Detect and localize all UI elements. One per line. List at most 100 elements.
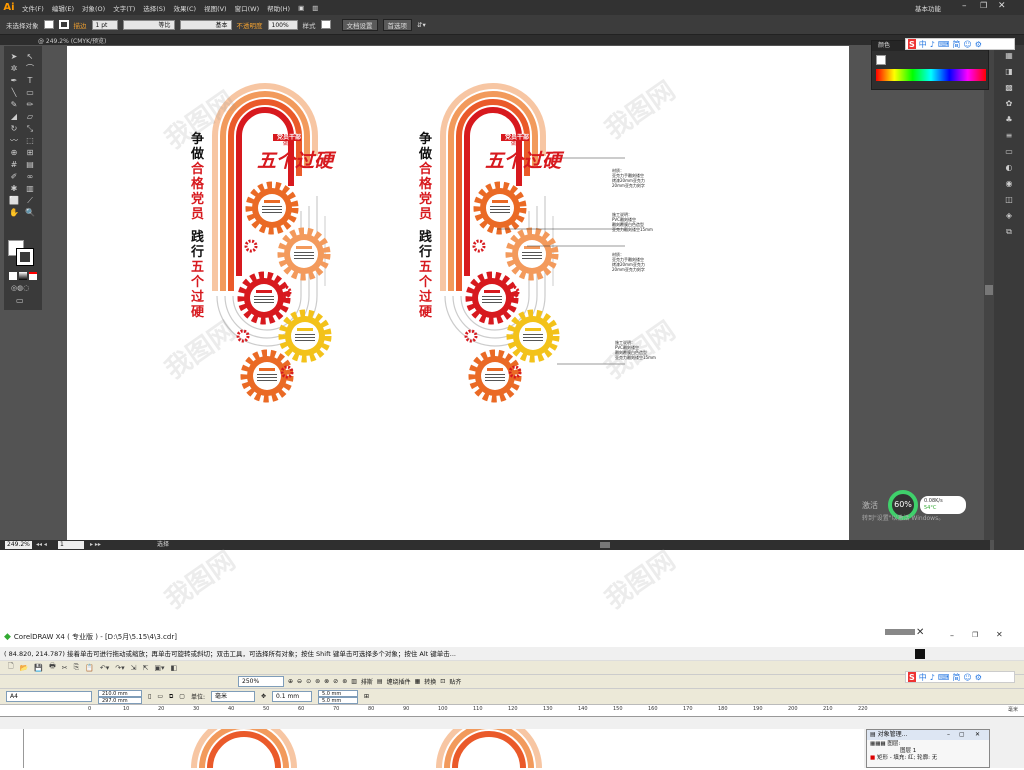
fill-swatch[interactable]: [43, 20, 54, 29]
menu-help[interactable]: 帮助(H): [263, 3, 294, 13]
cut-icon[interactable]: ✂: [62, 664, 68, 672]
zoom-level-combo[interactable]: 250%: [238, 676, 284, 687]
artboard[interactable]: 党员干部 做到 五个过硬 争 做 合 格 党 员 践 行 五 个 过 硬 党员干…: [67, 46, 849, 540]
drawing-mode-icons[interactable]: ◎◍◌: [11, 284, 29, 292]
ime-item[interactable]: ♪: [930, 672, 935, 682]
ime-item[interactable]: ♪: [930, 39, 935, 49]
perspective-grid-tool-icon[interactable]: ⊞: [24, 148, 36, 158]
paintbrush-tool-icon[interactable]: ✎: [8, 100, 20, 110]
tb-arrange-label[interactable]: 排斯: [361, 677, 373, 686]
artboard-nav-prev-icon[interactable]: ◂◂ ◂: [36, 540, 47, 550]
zoom-selected-icon[interactable]: ⊙: [306, 678, 311, 685]
convert-icon[interactable]: ▦: [415, 678, 421, 685]
menu-select[interactable]: 选择(S): [139, 3, 169, 13]
menu-edit[interactable]: 编辑(E): [48, 3, 78, 13]
tb-convert-label[interactable]: 转换: [424, 677, 436, 686]
zoom-height-icon[interactable]: ⊛: [342, 678, 347, 685]
treat-as-filled-icon[interactable]: ⊞: [364, 693, 369, 700]
current-page-icon[interactable]: ▢: [179, 693, 185, 700]
swatches-icon[interactable]: ▩: [1005, 83, 1013, 92]
restore-icon[interactable]: ❐: [980, 1, 987, 10]
ime-item[interactable]: ⚙: [975, 39, 982, 49]
vertical-scrollbar[interactable]: [984, 45, 994, 540]
menu-window[interactable]: 窗口(W): [231, 3, 264, 13]
color-spectrum[interactable]: [876, 69, 986, 81]
arrange-icon[interactable]: ▥: [308, 4, 322, 12]
page-height-field[interactable]: 297.0 mm: [98, 696, 142, 704]
artboards-icon[interactable]: ⧉: [1006, 227, 1012, 237]
selection-tool-icon[interactable]: ➤: [8, 52, 20, 62]
opacity-label[interactable]: 不透明度: [237, 20, 263, 30]
input-method-toolbar[interactable]: S 中 ♪ ⌨ 简 ☺ ⚙: [905, 671, 1015, 683]
nudge-field[interactable]: 0.1 mm: [272, 691, 313, 702]
landscape-icon[interactable]: ▭: [157, 693, 163, 700]
undo-icon[interactable]: ↶▾: [100, 664, 109, 672]
new-icon[interactable]: 🗋: [8, 662, 14, 673]
close-icon[interactable]: ✕: [998, 1, 1006, 11]
page-width-field[interactable]: 210.0 mm: [98, 689, 142, 697]
tb-snap-label[interactable]: 贴齐: [449, 677, 461, 686]
restore-icon[interactable]: ❐: [972, 631, 978, 639]
blob-brush-tool-icon[interactable]: ◢: [8, 112, 20, 122]
opacity-field[interactable]: 100%: [267, 19, 298, 30]
minimize-icon[interactable]: –: [962, 1, 967, 11]
board-design-1[interactable]: [215, 86, 328, 399]
pen-tool-icon[interactable]: ✒: [8, 76, 20, 86]
symbol-sprayer-tool-icon[interactable]: ✱: [8, 184, 20, 194]
open-icon[interactable]: 📂: [20, 664, 29, 672]
welcome-icon[interactable]: ◧: [171, 664, 178, 672]
layer-name[interactable]: 图层 1: [900, 748, 916, 754]
rectangle-tool-icon[interactable]: ▭: [24, 88, 36, 98]
style-swatch[interactable]: [320, 20, 331, 29]
eraser-tool-icon[interactable]: ▱: [24, 112, 36, 122]
ime-item[interactable]: 中: [919, 39, 927, 49]
ime-item[interactable]: ☺: [963, 672, 971, 682]
minimize-icon[interactable]: –: [950, 631, 954, 640]
copy-icon[interactable]: ⎘: [74, 663, 80, 672]
print-icon[interactable]: 🖶: [49, 662, 56, 673]
color-guide-icon[interactable]: ◨: [1005, 67, 1013, 76]
slice-tool-icon[interactable]: ⟋: [24, 196, 36, 206]
ime-item[interactable]: ⌨: [938, 672, 950, 682]
gradient-tool-icon[interactable]: ▤: [24, 160, 36, 170]
arrange-icon[interactable]: ▥: [351, 678, 357, 685]
column-graph-tool-icon[interactable]: ▥: [24, 184, 36, 194]
free-transform-tool-icon[interactable]: ⬚: [24, 136, 36, 146]
ime-item[interactable]: 简: [952, 672, 960, 682]
type-tool-icon[interactable]: T: [24, 76, 36, 86]
artboard-nav-next-icon[interactable]: ▸ ▸▸: [90, 540, 101, 550]
menu-file[interactable]: 文件(F): [18, 3, 48, 13]
menu-type[interactable]: 文字(T): [109, 3, 139, 13]
ime-item[interactable]: ⚙: [975, 672, 982, 682]
duplicate-y-field[interactable]: 5.0 mm: [318, 696, 359, 704]
appearance-icon[interactable]: ◉: [1006, 179, 1013, 188]
close-docker-icon[interactable]: ✕: [916, 627, 924, 638]
menu-view[interactable]: 视图(V): [200, 3, 231, 13]
close-icon[interactable]: ✕: [996, 630, 1003, 639]
workspace-switcher[interactable]: 基本功能: [915, 3, 941, 13]
restore-icon[interactable]: ▢: [959, 730, 965, 740]
direct-selection-tool-icon[interactable]: ↖: [24, 52, 36, 62]
variable-width-profile[interactable]: 等比: [122, 19, 175, 30]
color-mode-icon[interactable]: [9, 272, 17, 280]
stroke-label[interactable]: 描边: [74, 20, 87, 30]
paste-icon[interactable]: 📋: [85, 664, 94, 672]
vertical-ruler[interactable]: [0, 729, 24, 768]
all-pages-icon[interactable]: ⧉: [169, 693, 173, 701]
none-mode-icon[interactable]: [29, 272, 37, 280]
zoom-in-icon[interactable]: ⊕: [288, 678, 293, 685]
app-launcher-icon[interactable]: ▣▾: [154, 664, 164, 672]
zoom-page-icon[interactable]: ⊗: [324, 678, 329, 685]
magic-wand-tool-icon[interactable]: ✲: [8, 64, 20, 74]
lasso-tool-icon[interactable]: ⌒: [24, 64, 36, 74]
zoom-width-icon[interactable]: ⊘: [333, 678, 338, 685]
hscroll-thumb[interactable]: [600, 542, 610, 548]
blend-tool-icon[interactable]: ∞: [24, 172, 36, 182]
brushes-icon[interactable]: ✿: [1006, 99, 1013, 108]
symbols-icon[interactable]: ♣: [1005, 115, 1012, 124]
zoom-tool-icon[interactable]: 🔍: [24, 208, 36, 218]
color-swatch[interactable]: [915, 649, 925, 659]
scroll-thumb[interactable]: [985, 285, 993, 295]
stroke-color-box[interactable]: [16, 248, 34, 266]
gradient-panel-icon[interactable]: ▭: [1005, 147, 1013, 156]
